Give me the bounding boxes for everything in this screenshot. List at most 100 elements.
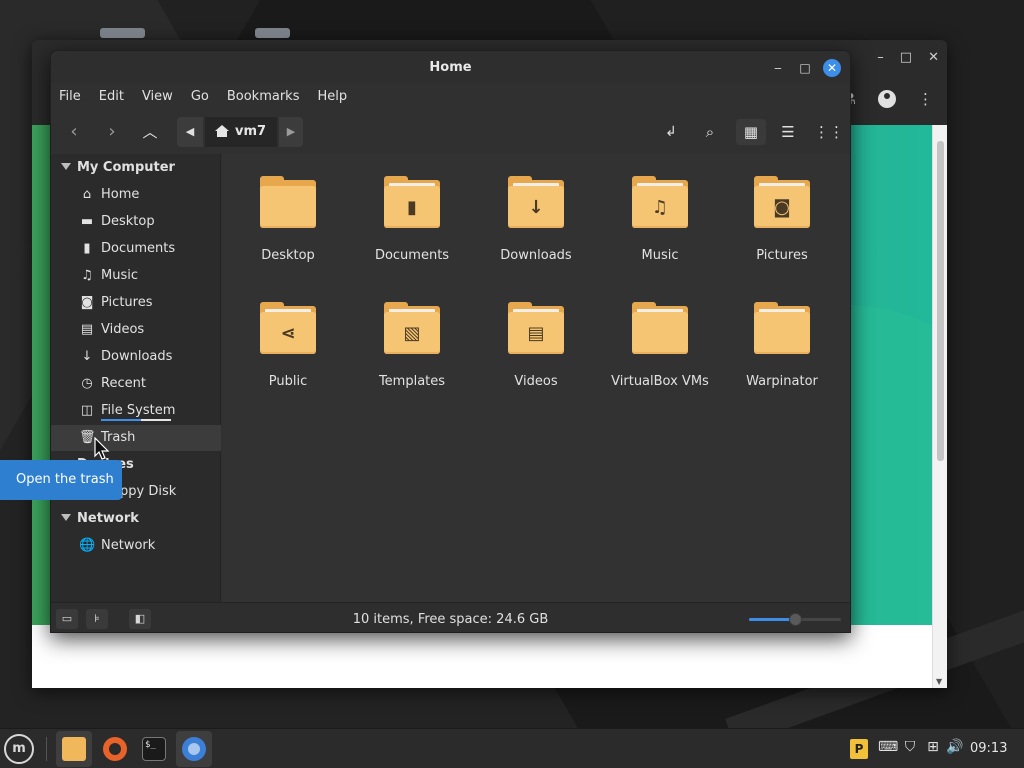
drive-icon: ◫ [80,403,94,418]
terminal-icon: $_ [142,737,166,761]
file-grid: Desktop ▮ Documents ↓ Downloads ♫ Music … [222,154,850,602]
tooltip: Open the trash [0,460,122,500]
folder-icon [632,302,688,354]
mouse-cursor-icon [94,437,110,460]
folder-documents[interactable]: ▮ Documents [352,170,472,270]
taskbar-files-app[interactable] [56,731,92,767]
scroll-down-icon[interactable]: ▼ [936,677,942,686]
menu-go[interactable]: Go [191,84,217,110]
taskbar-separator [46,737,47,761]
clock[interactable]: 09:13 [970,741,1007,756]
chromium-icon [182,737,206,761]
folder-music-icon: ♫ [632,176,688,228]
folder-warpinator[interactable]: Warpinator [722,296,842,396]
desktop-icon: ▬ [80,214,94,229]
clock-icon: ◷ [81,376,93,391]
breadcrumb-label: vm7 [235,124,267,139]
status-bar: ▭ ⊧ ◧ 10 items, Free space: 24.6 GB [51,602,850,632]
sidebar-item-home[interactable]: ⌂ Home [51,182,221,208]
start-menu-button[interactable]: m [4,734,34,764]
folder-icon [754,302,810,354]
taskbar-firefox-app[interactable] [97,731,133,767]
folder-music[interactable]: ♫ Music [600,170,720,270]
close-button[interactable]: ✕ [823,59,841,77]
sidebar-item-downloads[interactable]: ↓ Downloads [51,344,221,370]
folder-share-icon: ⋖ [260,302,316,354]
sidebar-section-network[interactable]: Network [61,511,139,526]
keyboard-icon[interactable]: ⌨ [878,739,898,755]
profile-icon[interactable] [878,90,896,108]
sidebar-item-network[interactable]: 🌐 Network [51,533,221,559]
title-bar[interactable]: Home ‒ □ ✕ [51,51,850,83]
globe-icon: 🌐 [79,538,96,553]
network-icon[interactable]: ⊞ [924,739,942,755]
taskbar-terminal-app[interactable]: $_ [136,731,172,767]
menu-view[interactable]: View [142,84,181,110]
folder-icon [260,176,316,228]
folder-videos[interactable]: ▤ Videos [476,296,596,396]
up-icon[interactable]: ︿ [137,119,163,145]
toolbar: ‹ › ︿ ◀ vm7 ▶ ↲ ⌕ ▦ ☰ ⋮⋮ [51,111,850,153]
firefox-icon [103,737,127,761]
zoom-slider-handle[interactable] [789,613,802,626]
background-tabs [100,28,290,38]
folder-documents-icon: ▮ [384,176,440,228]
taskbar-chromium-app[interactable] [176,731,212,767]
path-scroll-left-icon[interactable]: ◀ [177,117,203,147]
folder-downloads[interactable]: ↓ Downloads [476,170,596,270]
search-icon[interactable]: ⌕ [697,119,723,145]
more-menu-icon[interactable]: ⋮ [918,90,933,108]
back-icon[interactable]: ‹ [61,119,87,145]
camera-icon: ◙ [80,295,94,310]
terminal-icon[interactable]: ↲ [658,119,684,145]
sidebar-section-my-computer[interactable]: My Computer [61,160,175,175]
sidebar-item-videos[interactable]: ▤ Videos [51,317,221,343]
background-tab[interactable] [100,28,145,38]
compact-view-icon[interactable]: ⋮⋮ [814,119,844,145]
folder-public[interactable]: ⋖ Public [228,296,348,396]
scrollbar-thumb[interactable] [937,141,944,461]
sidebar-item-music[interactable]: ♫ Music [51,263,221,289]
download-icon: ↓ [81,349,93,364]
sidebar-item-pictures[interactable]: ◙ Pictures [51,290,221,316]
expand-icon [61,163,71,170]
folder-templates[interactable]: ▧ Templates [352,296,472,396]
folder-virtualbox-vms[interactable]: VirtualBox VMs [600,296,720,396]
minimize-button[interactable]: ‒ [769,59,787,77]
menu-bookmarks[interactable]: Bookmarks [227,84,308,110]
menu-help[interactable]: Help [317,84,355,110]
minimize-icon[interactable]: – [877,50,884,65]
expand-icon [61,514,71,521]
close-icon[interactable]: ✕ [928,50,939,65]
shield-icon[interactable]: ⛉ [901,739,919,755]
sidebar-item-documents[interactable]: ▮ Documents [51,236,221,262]
forward-icon[interactable]: › [99,119,125,145]
volume-icon[interactable]: 🔊 [946,739,964,755]
sidebar-item-recent[interactable]: ◷ Recent [51,371,221,397]
home-icon [215,125,229,137]
background-tab[interactable] [255,28,290,38]
background-window-controls: – □ ✕ [877,50,939,65]
menu-file[interactable]: File [59,84,89,110]
menu-edit[interactable]: Edit [99,84,132,110]
grid-view-icon[interactable]: ▦ [736,119,766,145]
path-scroll-right-icon[interactable]: ▶ [279,117,303,147]
zoom-slider[interactable] [749,613,841,626]
folder-pictures[interactable]: ◙ Pictures [722,170,842,270]
document-icon: ▮ [83,241,91,256]
maximize-icon[interactable]: □ [900,50,912,65]
window-title: Home [429,60,472,75]
sidebar-item-desktop[interactable]: ▬ Desktop [51,209,221,235]
sidebar-item-trash[interactable]: 🗑 Trash [51,425,221,451]
list-view-icon[interactable]: ☰ [775,119,801,145]
browser-scrollbar[interactable]: ▼ [932,125,947,688]
menu-bar: File Edit View Go Bookmarks Help [51,84,850,110]
breadcrumb-home[interactable]: vm7 [205,117,277,147]
maximize-button[interactable]: □ [796,59,814,77]
update-manager-icon[interactable]: P [850,739,868,759]
sidebar-item-file-system[interactable]: ◫ File System [51,398,221,424]
status-text: 10 items, Free space: 24.6 GB [352,612,549,627]
folder-desktop[interactable]: Desktop [228,170,348,270]
sidebar: My Computer ⌂ Home ▬ Desktop ▮ Documents ♫ M… [51,154,221,602]
file-manager-window[interactable]: Home ‒ □ ✕ File Edit View Go Bookmarks H… [50,50,851,633]
